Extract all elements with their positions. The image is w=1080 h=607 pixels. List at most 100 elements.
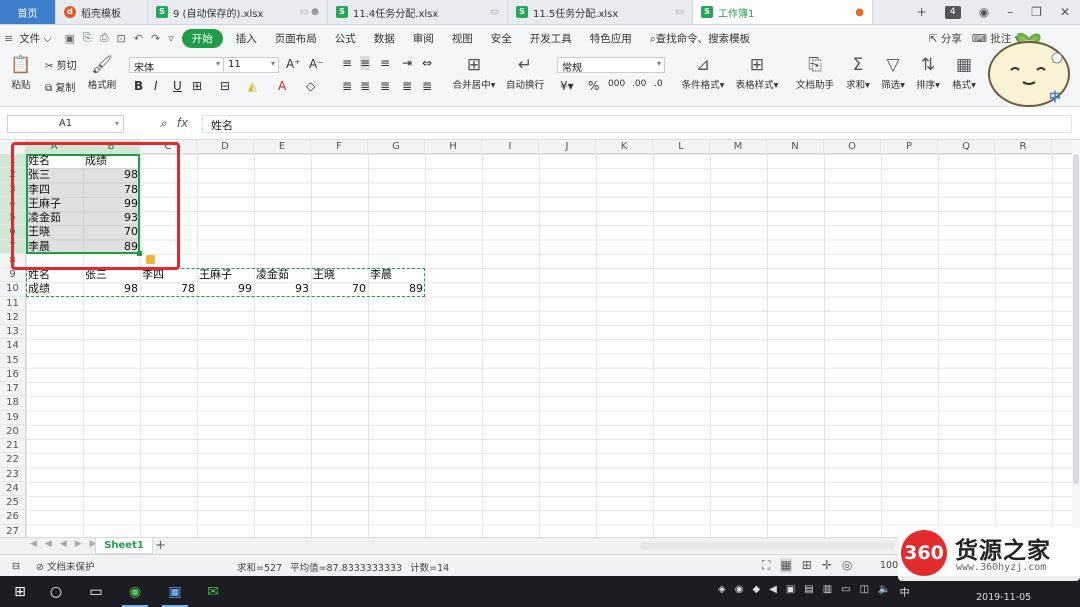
taskbar-date[interactable]: 2019-11-05 bbox=[976, 592, 1031, 603]
cell-c10[interactable]: 78 bbox=[140, 282, 197, 296]
distributed-icon[interactable]: ≣ bbox=[422, 79, 432, 93]
align-bottom-icon[interactable]: ≡ bbox=[380, 56, 390, 70]
menu-security[interactable]: 安全 bbox=[482, 31, 521, 46]
menu-file[interactable]: 文件 ⌵ bbox=[17, 31, 60, 46]
document-status-icon[interactable]: ⊟ bbox=[12, 561, 20, 572]
menu-insert[interactable]: 插入 bbox=[227, 31, 266, 46]
tab-home[interactable]: 首页 bbox=[0, 0, 56, 24]
cell-b9[interactable]: 张三 bbox=[83, 268, 140, 282]
row-header-17[interactable]: 17 bbox=[0, 382, 26, 397]
row-header-15[interactable]: 15 bbox=[0, 353, 26, 368]
speaker-icon[interactable]: 🔈 bbox=[878, 584, 890, 599]
sheet-tab-sheet1[interactable]: Sheet1 bbox=[95, 538, 153, 554]
tab-docer-templates[interactable]: d 稻壳模板 bbox=[56, 0, 148, 24]
cell-area[interactable]: 姓名 成绩 张三 98 李四 78 王麻子 99 凌金茹 93 王晓 70 李晨 89 姓名 成绩 张… bbox=[26, 154, 1080, 537]
tab-workbook1[interactable]: S 工作簿1 ● bbox=[693, 0, 873, 24]
cell-a9[interactable]: 姓名 bbox=[26, 268, 83, 282]
cell-f10[interactable]: 70 bbox=[311, 282, 368, 296]
clear-format-icon[interactable]: ◇ bbox=[306, 79, 315, 93]
row-header-27[interactable]: 27 bbox=[0, 524, 26, 537]
column-header-r[interactable]: R bbox=[995, 140, 1052, 154]
column-header-q[interactable]: Q bbox=[938, 140, 995, 154]
conditional-format-button[interactable]: ⊿ 条件格式▾ bbox=[678, 55, 728, 91]
vertical-scrollbar[interactable] bbox=[1072, 140, 1080, 537]
undo-icon[interactable]: ↶ bbox=[130, 32, 147, 45]
tray-volume-app-icon[interactable]: ◀ bbox=[769, 584, 777, 599]
increase-font-icon[interactable]: A⁺ bbox=[286, 57, 301, 71]
zoom-search-icon[interactable]: ⌕ bbox=[160, 116, 167, 131]
tray-app5-icon[interactable]: ▥ bbox=[823, 584, 832, 599]
column-header-g[interactable]: G bbox=[368, 140, 425, 154]
column-header-k[interactable]: K bbox=[596, 140, 653, 154]
row-header-11[interactable]: 11 bbox=[0, 296, 26, 311]
ime-icon[interactable]: 中 bbox=[900, 584, 910, 599]
row-header-14[interactable]: 14 bbox=[0, 339, 26, 354]
decrease-decimal-icon[interactable]: .0 bbox=[654, 79, 663, 89]
indent-icon[interactable]: ⇥ bbox=[402, 56, 412, 70]
column-header-i[interactable]: I bbox=[482, 140, 539, 154]
scroll-thumb[interactable] bbox=[1073, 154, 1079, 484]
column-header-j[interactable]: J bbox=[539, 140, 596, 154]
tab-autosave-file[interactable]: S 9 (自动保存的).xlsx ▭ ● bbox=[148, 0, 328, 24]
doc-helper-button[interactable]: ⎘ 文档助手 bbox=[793, 55, 837, 91]
network-icon[interactable]: ◫ bbox=[860, 584, 869, 599]
wps-app-icon[interactable]: ▣ bbox=[162, 582, 188, 607]
column-header-l[interactable]: L bbox=[653, 140, 710, 154]
tray-app4-icon[interactable]: ▤ bbox=[804, 584, 813, 599]
protect-status[interactable]: ⊘ 文档未保护 bbox=[36, 559, 95, 573]
eye-protection-icon[interactable]: ◎ bbox=[842, 558, 852, 573]
customize-quick-access-icon[interactable]: ▿ bbox=[164, 32, 178, 45]
reading-mode-icon[interactable]: ✛ bbox=[822, 558, 832, 573]
copy-button[interactable]: ⧉ 复制 bbox=[45, 79, 75, 94]
row-header-19[interactable]: 19 bbox=[0, 410, 26, 425]
cell-d9[interactable]: 王麻子 bbox=[197, 268, 254, 282]
row-header-24[interactable]: 24 bbox=[0, 481, 26, 496]
row-header-21[interactable]: 21 bbox=[0, 439, 26, 454]
column-header-o[interactable]: O bbox=[824, 140, 881, 154]
windows-start-icon[interactable]: ⊞ bbox=[10, 582, 30, 602]
cell-g10[interactable]: 89 bbox=[368, 282, 425, 296]
menu-developer[interactable]: 开发工具 bbox=[521, 31, 581, 46]
align-top-icon[interactable]: ≡ bbox=[342, 56, 352, 70]
export-pdf-icon[interactable]: ⎘ bbox=[79, 31, 96, 45]
merge-center-button[interactable]: ⊞ 合并居中▾ bbox=[450, 55, 498, 91]
user-avatar-icon[interactable]: ◉ bbox=[979, 5, 989, 19]
cut-button[interactable]: ✂ 剪切 bbox=[45, 57, 77, 72]
column-header-d[interactable]: D bbox=[197, 140, 254, 154]
column-header-p[interactable]: P bbox=[881, 140, 938, 154]
percent-icon[interactable]: % bbox=[588, 79, 599, 93]
hamburger-menu-icon[interactable]: ≡ bbox=[0, 32, 17, 45]
print-preview-icon[interactable]: ⊡ bbox=[113, 32, 130, 45]
sort-button[interactable]: ⇅ 排序▾ bbox=[912, 55, 944, 91]
thousands-icon[interactable]: 000 bbox=[608, 79, 625, 89]
close-window-icon[interactable]: ✕ bbox=[1060, 5, 1070, 19]
row-header-10[interactable]: 10 bbox=[0, 282, 26, 297]
row-header-16[interactable]: 16 bbox=[0, 367, 26, 382]
sheet-nav-arrows-icon[interactable]: ◀◀◀▶▶ bbox=[30, 539, 105, 549]
cell-c9[interactable]: 李四 bbox=[140, 268, 197, 282]
wechat-icon[interactable]: ✉ bbox=[203, 582, 223, 602]
font-color-icon[interactable]: A bbox=[278, 79, 286, 93]
font-name-select[interactable]: 宋体 ▾ bbox=[129, 57, 224, 74]
maximize-icon[interactable]: ❐ bbox=[1031, 5, 1042, 19]
tab-count-badge[interactable]: 4 bbox=[944, 5, 961, 19]
tab-task-11-5[interactable]: S 11.5任务分配.xlsx ▭ bbox=[508, 0, 693, 24]
cell-a10[interactable]: 成绩 bbox=[26, 282, 83, 296]
italic-icon[interactable]: I bbox=[154, 79, 158, 93]
fullscreen-icon[interactable]: ⛶ bbox=[762, 558, 770, 573]
fx-icon[interactable]: fx bbox=[177, 116, 188, 131]
orientation-icon[interactable]: ⇔ bbox=[422, 56, 432, 70]
row-header-22[interactable]: 22 bbox=[0, 453, 26, 468]
horizontal-scrollbar[interactable] bbox=[640, 542, 895, 550]
border-icon[interactable]: ⊞ bbox=[192, 79, 202, 93]
cell-format-icon[interactable]: ⊟ bbox=[220, 79, 230, 93]
paste-button[interactable]: 📋 粘贴 bbox=[8, 55, 34, 91]
align-center-icon[interactable]: ≣ bbox=[360, 79, 370, 93]
save-icon[interactable]: ▣ bbox=[61, 32, 79, 45]
normal-view-icon[interactable]: ▦ bbox=[780, 558, 792, 573]
print-icon[interactable]: ⎙ bbox=[96, 31, 113, 45]
cell-f9[interactable]: 王晓 bbox=[311, 268, 368, 282]
align-right-icon[interactable]: ≣ bbox=[380, 79, 390, 93]
fill-color-icon[interactable]: ◭ bbox=[248, 79, 257, 93]
column-header-e[interactable]: E bbox=[254, 140, 311, 154]
